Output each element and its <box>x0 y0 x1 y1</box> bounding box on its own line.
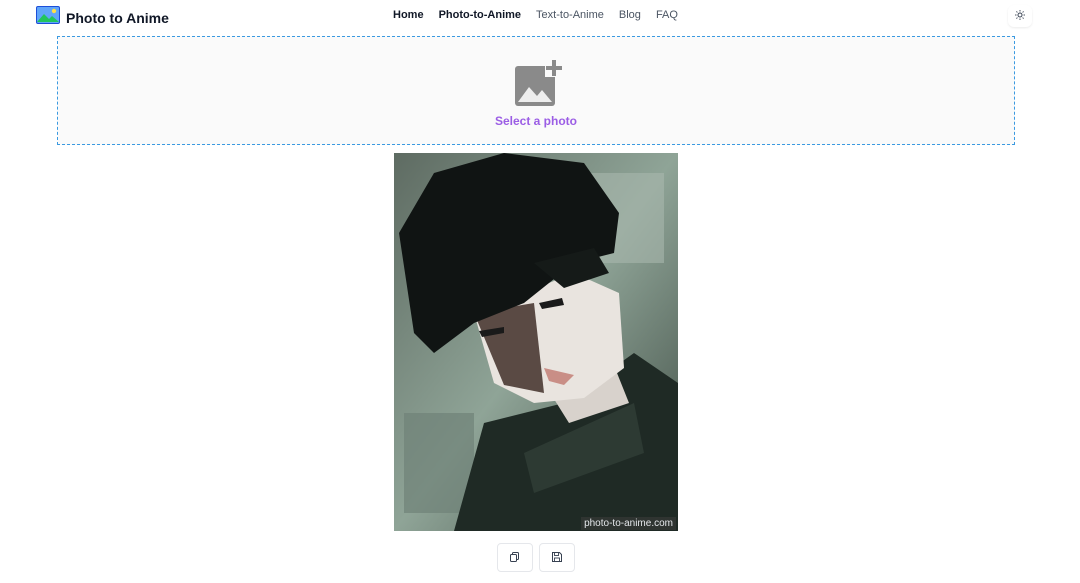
brand-name: Photo to Anime <box>66 9 169 26</box>
image-landscape-icon <box>36 6 60 29</box>
main-nav: Home Photo-to-Anime Text-to-Anime Blog F… <box>393 9 693 21</box>
anime-result-image: photo-to-anime.com <box>394 153 678 531</box>
nav-text-to-anime[interactable]: Text-to-Anime <box>536 9 604 21</box>
save-icon <box>552 549 562 567</box>
nav-faq[interactable]: FAQ <box>656 9 678 21</box>
copy-button[interactable] <box>497 543 533 572</box>
header: Photo to Anime Home Photo-to-Anime Text-… <box>0 0 1080 32</box>
brand-logo[interactable]: Photo to Anime <box>36 6 169 29</box>
watermark-label: photo-to-anime.com <box>581 517 676 530</box>
nav-blog[interactable]: Blog <box>619 9 641 21</box>
photo-dropzone[interactable]: Select a photo <box>57 36 1015 145</box>
anime-portrait-illustration <box>394 153 678 531</box>
copy-icon <box>510 549 520 567</box>
select-photo-label: Select a photo <box>494 114 577 128</box>
nav-photo-to-anime[interactable]: Photo-to-Anime <box>439 9 521 21</box>
nav-home[interactable]: Home <box>393 9 424 21</box>
sun-icon <box>1015 7 1025 25</box>
theme-toggle-button[interactable] <box>1008 5 1032 27</box>
save-button[interactable] <box>539 543 575 572</box>
add-photo-icon <box>515 59 563 112</box>
